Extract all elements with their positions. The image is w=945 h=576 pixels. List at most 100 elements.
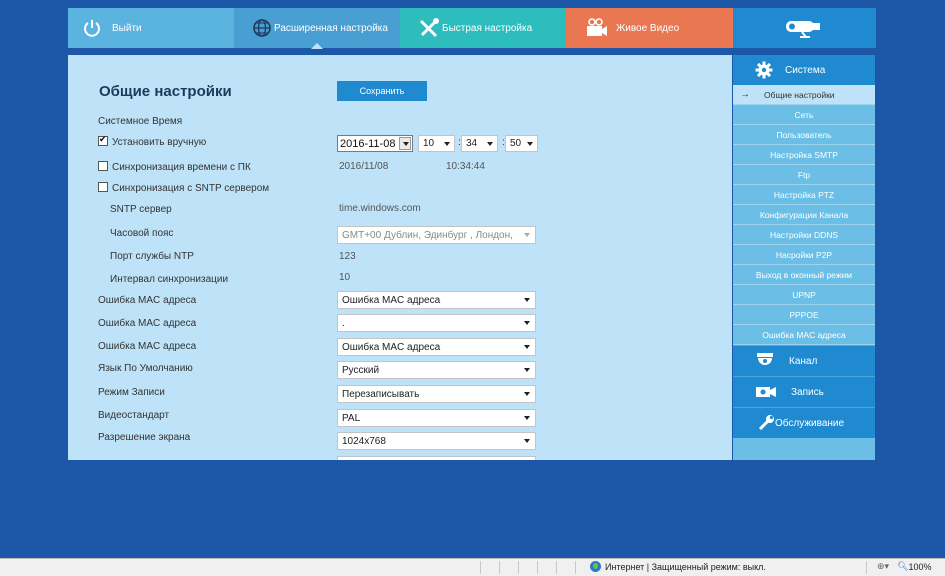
video-standard-label: Видеостандарт — [98, 410, 170, 421]
power-icon — [84, 20, 100, 37]
sidebar-item-user[interactable]: Пользователь — [733, 125, 875, 145]
chevron-down-icon — [444, 142, 450, 146]
sidebar-section-channel[interactable]: Канал — [733, 345, 875, 376]
chevron-down-icon — [524, 439, 530, 443]
sidebar-item-smtp[interactable]: Настройка SMTP — [733, 145, 875, 165]
gear-icon — [755, 61, 773, 79]
sync-sntp-option[interactable]: Синхронизация с SNTP сервером — [98, 182, 269, 194]
video-camera-icon — [587, 18, 607, 36]
sidebar-item-network[interactable]: Сеть — [733, 105, 875, 125]
sidebar-item-ddns[interactable]: Настройки DDNS — [733, 225, 875, 245]
set-manually-checkbox[interactable] — [98, 134, 108, 146]
security-camera-icon — [785, 21, 820, 38]
mac-error-label-1: Ошибка MAC адреса — [98, 295, 197, 306]
second-value: 50 — [510, 138, 522, 149]
sidebar-record-label: Запись — [791, 386, 824, 398]
record-mode-value: Перезаписывать — [342, 388, 420, 400]
hour-select[interactable]: 10 — [418, 135, 455, 152]
sidebar-section-record[interactable]: Запись — [733, 376, 875, 407]
chevron-down-icon — [524, 233, 530, 237]
mac-error-value-3: Ошибка MAC адреса — [342, 341, 441, 353]
sidebar-item-ptz[interactable]: Настройка PTZ — [733, 185, 875, 205]
live-video-label: Живое Видео — [616, 22, 680, 34]
language-select[interactable]: Русский — [337, 361, 536, 379]
sidebar-item-channel-config[interactable]: Конфигурации Канала — [733, 205, 875, 225]
advanced-settings-tab[interactable]: Расширенная настройка — [234, 8, 400, 49]
chevron-down-icon — [524, 321, 530, 325]
sidebar-item-ftp[interactable]: Ftp — [733, 165, 875, 185]
arrow-right-icon: → — [740, 89, 750, 100]
mac-error-select-3[interactable]: Ошибка MAC адреса — [337, 338, 536, 356]
language-label: Язык По Умолчанию — [98, 363, 193, 374]
protected-mode-icon: ⊕▾ — [877, 561, 890, 571]
browser-status-bar: Интернет | Защищенный режим: выкл. ⊕▾ 🔍︎… — [0, 558, 945, 576]
sntp-server-label: SNTP сервер — [110, 204, 172, 215]
resolution-select[interactable]: 1024x768 — [337, 432, 536, 450]
internet-globe-icon — [590, 561, 601, 572]
record-mode-select[interactable]: Перезаписывать — [337, 385, 536, 403]
ntp-port-value: 123 — [339, 251, 356, 262]
chevron-down-icon — [524, 416, 530, 420]
sidebar-item-upnp[interactable]: UPNP — [733, 285, 875, 305]
tools-icon — [419, 18, 439, 38]
dome-camera-icon — [757, 353, 773, 365]
sntp-server-value: time.windows.com — [339, 203, 421, 214]
sidebar-item-window-mode[interactable]: Выход в оконный режим — [733, 265, 875, 285]
system-time-heading: Системное Время — [98, 116, 183, 127]
zoom-level: 100% — [908, 561, 932, 572]
status-divider — [556, 561, 557, 574]
date-dropdown-icon[interactable] — [399, 137, 411, 150]
sidebar-item-general[interactable]: → Общие настройки — [733, 85, 875, 105]
settings-panel: Общие настройки Сохранить Системное Врем… — [68, 55, 732, 460]
chevron-down-icon — [524, 298, 530, 302]
zoom-control[interactable]: ⊕▾ 🔍︎ 100% — [877, 561, 932, 572]
record-mode-label: Режим Записи — [98, 387, 165, 398]
top-nav: Выйти Расширенная настройка Быстрая наст… — [68, 8, 876, 49]
mac-error-select-2[interactable]: . — [337, 314, 536, 332]
video-standard-value: PAL — [342, 412, 361, 424]
sidebar-section-maintenance[interactable]: Обслуживание — [733, 407, 875, 438]
resolution-value: 1024x768 — [342, 435, 386, 447]
hour-value: 10 — [423, 138, 435, 149]
status-divider — [499, 561, 500, 574]
save-button[interactable]: Сохранить — [337, 81, 427, 101]
logout-button[interactable]: Выйти — [68, 8, 234, 48]
sidebar: Система → Общие настройки Сеть Пользовате… — [733, 55, 875, 460]
mac-error-select-1[interactable]: Ошибка MAC адреса — [337, 291, 536, 309]
sync-pc-option[interactable]: Синхронизация времени с ПК — [98, 161, 251, 173]
sync-sntp-checkbox[interactable] — [98, 182, 108, 192]
date-picker[interactable]: 2016-11-08 — [337, 135, 413, 152]
timezone-select[interactable]: GMT+00 Дублин, Эдинбург , Лондон, — [337, 226, 536, 244]
next-select-partial[interactable] — [337, 456, 536, 460]
sync-sntp-label: Синхронизация с SNTP сервером — [112, 183, 270, 194]
second-select[interactable]: 50 — [505, 135, 538, 152]
security-zone-text: Интернет | Защищенный режим: выкл. — [605, 561, 766, 572]
status-divider — [480, 561, 481, 574]
mac-error-value-1: Ошибка MAC адреса — [342, 294, 441, 306]
minute-select[interactable]: 34 — [461, 135, 498, 152]
set-manually-option[interactable]: Установить вручную — [98, 134, 207, 148]
zoom-icon: 🔍︎ — [897, 561, 909, 571]
wrench-icon — [758, 415, 774, 431]
chevron-down-icon — [524, 392, 530, 396]
mac-error-label-3: Ошибка MAC адреса — [98, 341, 197, 352]
timezone-value: GMT+00 Дублин, Эдинбург , Лондон, — [342, 229, 513, 241]
status-divider — [518, 561, 519, 574]
status-divider — [866, 561, 867, 574]
sidebar-item-p2p[interactable]: Насройки P2P — [733, 245, 875, 265]
live-video-tab[interactable]: Живое Видео — [566, 8, 733, 48]
video-standard-select[interactable]: PAL — [337, 409, 536, 427]
sidebar-item-mac-error[interactable]: Ошибка MAC адреса — [733, 325, 875, 345]
pc-date: 2016/11/08 — [339, 161, 389, 172]
date-value: 2016-11-08 — [340, 137, 396, 150]
status-divider — [537, 561, 538, 574]
quick-settings-tab[interactable]: Быстрая настройка — [400, 8, 566, 48]
sidebar-maintenance-label: Обслуживание — [775, 417, 845, 429]
sync-pc-checkbox[interactable] — [98, 161, 108, 171]
security-zone[interactable]: Интернет | Защищенный режим: выкл. — [590, 561, 766, 572]
camcorder-icon — [756, 387, 776, 397]
set-manually-label: Установить вручную — [112, 137, 207, 148]
sidebar-item-pppoe[interactable]: PPPOE — [733, 305, 875, 325]
sidebar-item-label: Общие настройки — [764, 89, 835, 100]
sidebar-section-system[interactable]: Система — [733, 55, 875, 85]
